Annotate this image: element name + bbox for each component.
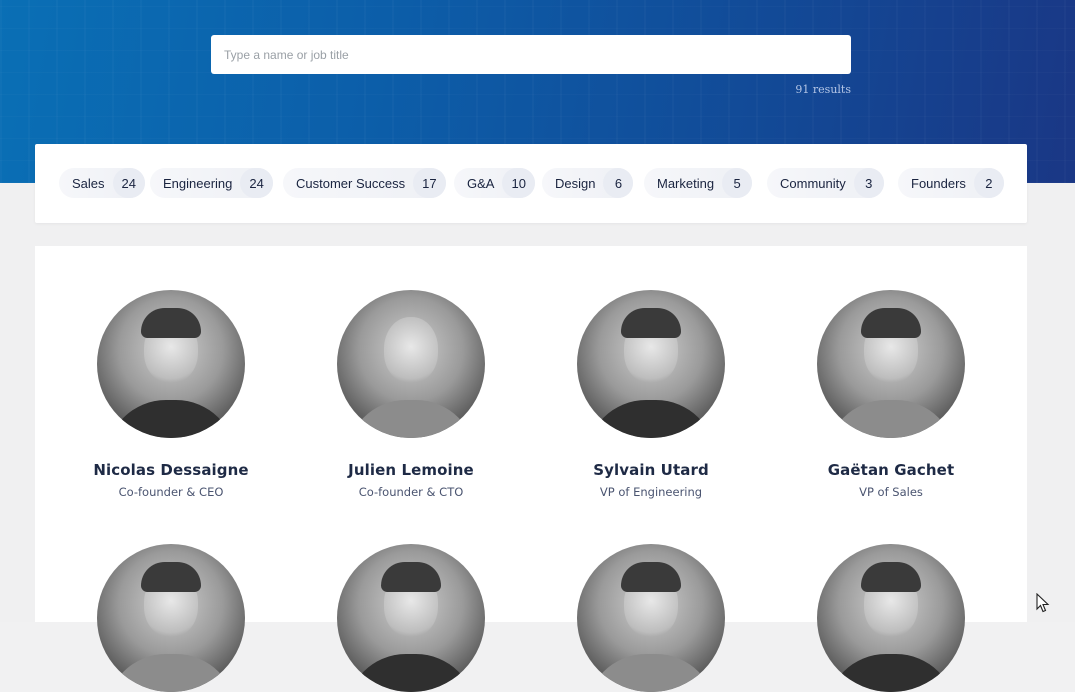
team-member-card[interactable]: Julien Lemoine Co-founder & CTO — [291, 290, 531, 499]
member-role: Co-founder & CEO — [118, 485, 224, 499]
team-member-card[interactable] — [51, 544, 291, 692]
avatar — [817, 544, 965, 692]
filter-count: 17 — [413, 168, 446, 198]
filter-count: 2 — [973, 168, 1004, 198]
filter-count: 3 — [853, 168, 884, 198]
filter-label: G&A — [467, 175, 495, 191]
filter-count: 24 — [240, 168, 273, 198]
filter-count: 10 — [502, 168, 535, 198]
filter-label: Design — [555, 175, 596, 191]
avatar — [97, 544, 245, 692]
member-name: Gaëtan Gachet — [827, 461, 955, 479]
filter-chip-community[interactable]: Community 3 — [767, 168, 884, 198]
avatar — [817, 290, 965, 438]
filter-label: Sales — [72, 175, 105, 191]
filter-chip-sales[interactable]: Sales 24 — [59, 168, 145, 198]
filter-label: Community — [780, 175, 846, 191]
filter-label: Customer Success — [296, 175, 406, 191]
search-input[interactable] — [211, 35, 851, 74]
filter-chip-founders[interactable]: Founders 2 — [898, 168, 1004, 198]
filter-count: 6 — [603, 168, 634, 198]
avatar — [577, 290, 725, 438]
team-member-card[interactable]: Gaëtan Gachet VP of Sales — [771, 290, 1011, 499]
member-name: Julien Lemoine — [348, 461, 474, 479]
filter-chip-customer-success[interactable]: Customer Success 17 — [283, 168, 446, 198]
team-grid: Nicolas Dessaigne Co-founder & CEO Julie… — [35, 246, 1027, 692]
team-member-card[interactable] — [291, 544, 531, 692]
department-filter-bar: Sales 24 Engineering 24 Customer Success… — [35, 144, 1027, 223]
filter-chip-marketing[interactable]: Marketing 5 — [644, 168, 753, 198]
results-count: 91 results — [795, 83, 851, 96]
avatar — [577, 544, 725, 692]
member-role: VP of Engineering — [599, 485, 703, 499]
filter-count: 5 — [722, 168, 753, 198]
filter-label: Marketing — [657, 175, 715, 191]
team-member-card[interactable]: Nicolas Dessaigne Co-founder & CEO — [51, 290, 291, 499]
avatar — [337, 290, 485, 438]
filter-count: 24 — [112, 168, 145, 198]
member-role: VP of Sales — [859, 485, 923, 499]
team-member-card[interactable] — [771, 544, 1011, 692]
member-name: Sylvain Utard — [593, 461, 709, 479]
team-member-card[interactable]: Sylvain Utard VP of Engineering — [531, 290, 771, 499]
filter-label: Engineering — [163, 175, 233, 191]
avatar — [97, 290, 245, 438]
avatar — [337, 544, 485, 692]
filter-chip-design[interactable]: Design 6 — [542, 168, 634, 198]
team-member-card[interactable] — [531, 544, 771, 692]
filter-label: Founders — [911, 175, 966, 191]
member-role: Co-founder & CTO — [358, 485, 464, 499]
filter-chip-ga[interactable]: G&A 10 — [454, 168, 535, 198]
member-name: Nicolas Dessaigne — [93, 461, 249, 479]
mouse-cursor-icon — [1036, 593, 1050, 613]
filter-chip-engineering[interactable]: Engineering 24 — [150, 168, 273, 198]
